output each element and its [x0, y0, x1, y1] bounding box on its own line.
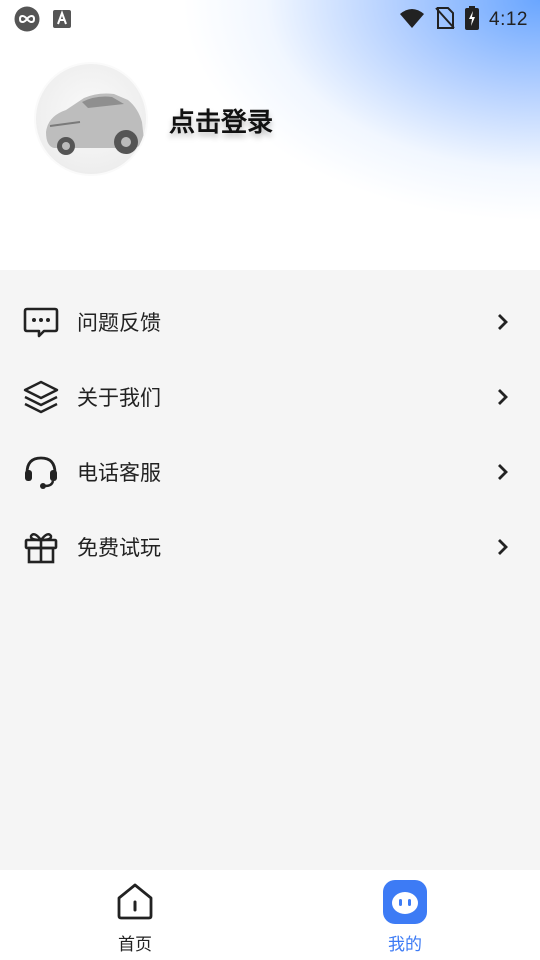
- menu-item-label: 关于我们: [77, 386, 161, 410]
- profile-face-icon: [383, 880, 427, 924]
- gift-icon: [22, 528, 60, 566]
- menu-item-label: 问题反馈: [77, 311, 161, 335]
- profile-header: 4:12 点击登录: [0, 0, 540, 270]
- settings-menu: 问题反馈 关于我们 电话客服 免费试玩: [0, 284, 540, 584]
- battery-charging-icon: [465, 6, 480, 34]
- loop-app-icon: [14, 6, 40, 36]
- car-avatar: [46, 93, 144, 155]
- chevron-right-icon: [496, 462, 510, 482]
- chevron-right-icon: [496, 312, 510, 332]
- home-icon: [113, 880, 157, 924]
- nav-label: 首页: [118, 935, 152, 955]
- chevron-right-icon: [496, 537, 510, 557]
- clock-time: 4:12: [489, 9, 528, 30]
- menu-item-label: 电话客服: [77, 461, 161, 485]
- wifi-icon: [399, 7, 425, 33]
- nav-mine[interactable]: 我的: [345, 880, 465, 955]
- nav-home[interactable]: 首页: [75, 880, 195, 955]
- menu-item-free-trial[interactable]: 免费试玩: [0, 509, 540, 584]
- menu-item-feedback[interactable]: 问题反馈: [0, 284, 540, 359]
- headset-icon: [22, 453, 60, 491]
- no-sim-icon: [435, 7, 455, 33]
- menu-item-about[interactable]: 关于我们: [0, 359, 540, 434]
- layers-icon: [22, 378, 60, 416]
- bottom-navigation: 首页 我的: [0, 870, 540, 960]
- feedback-chat-icon: [22, 303, 60, 341]
- status-bar: 4:12: [0, 0, 540, 36]
- menu-item-phone-support[interactable]: 电话客服: [0, 434, 540, 509]
- menu-item-label: 免费试玩: [77, 536, 161, 560]
- login-link[interactable]: 点击登录: [169, 102, 273, 139]
- text-a-icon: [52, 9, 72, 33]
- avatar[interactable]: [34, 62, 148, 176]
- nav-label: 我的: [388, 935, 422, 955]
- chevron-right-icon: [496, 387, 510, 407]
